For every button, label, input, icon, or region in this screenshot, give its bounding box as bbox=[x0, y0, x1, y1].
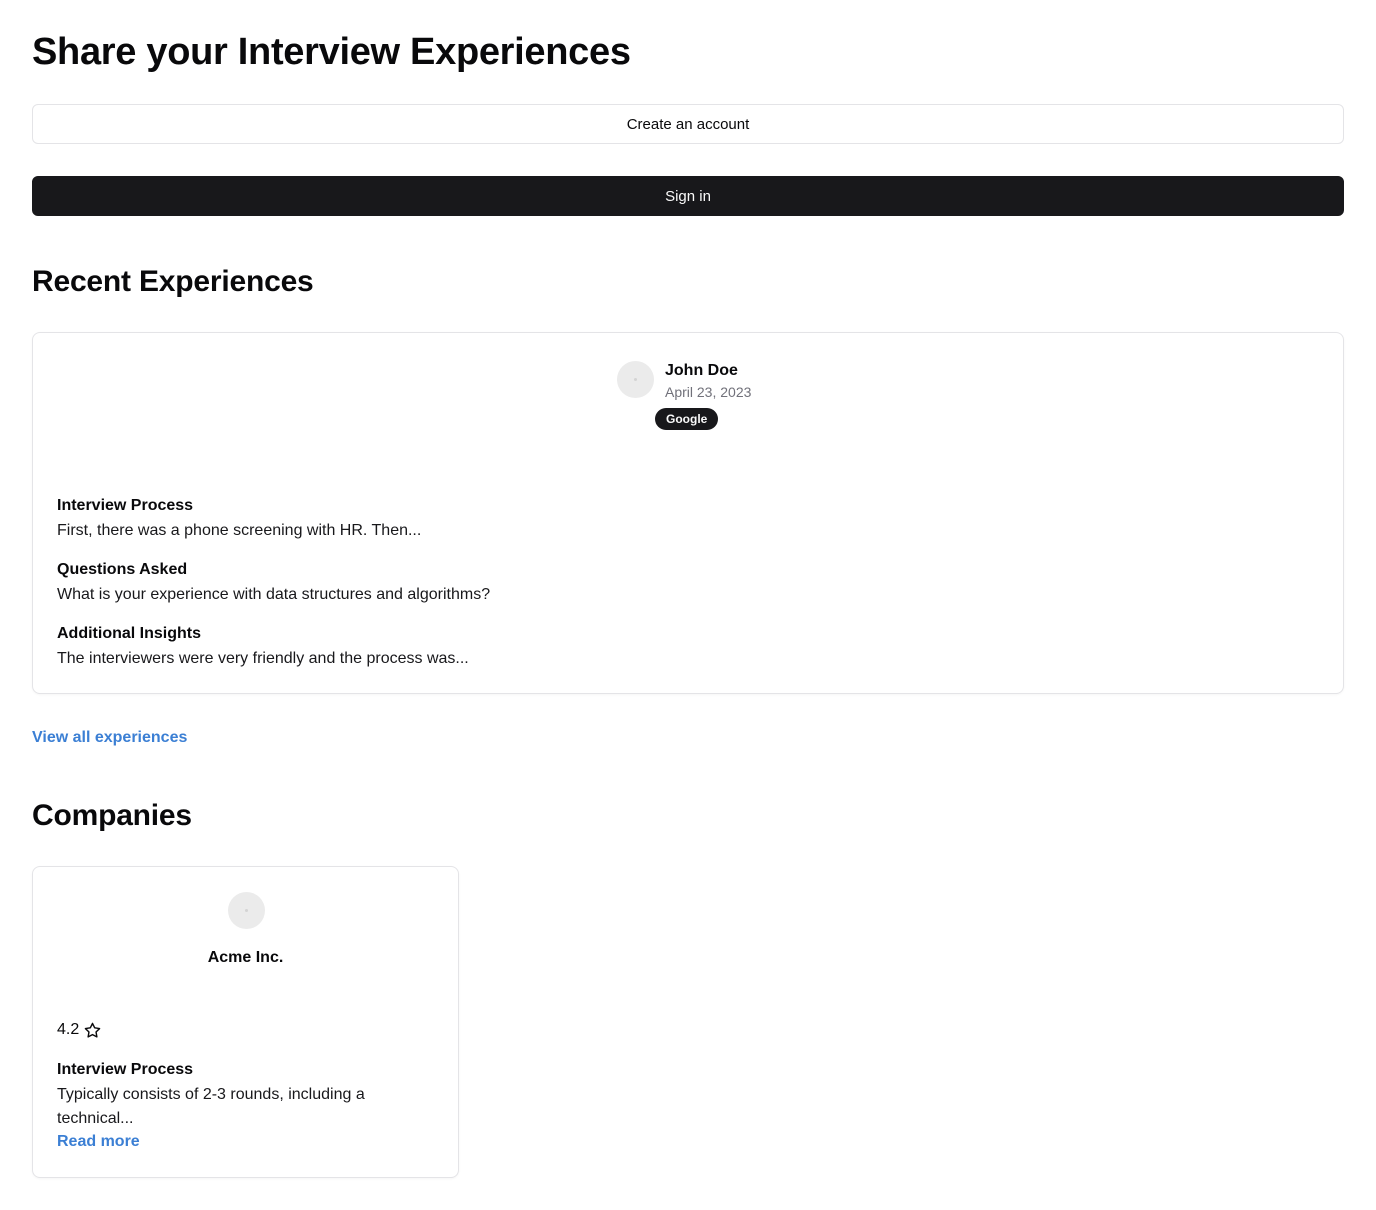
company-logo bbox=[228, 892, 265, 929]
field-value: First, there was a phone screening with … bbox=[57, 522, 422, 539]
page-title: Share your Interview Experiences bbox=[32, 31, 631, 73]
company-rating: 4.2 bbox=[57, 1020, 101, 1040]
field-value: What is your experience with data struct… bbox=[57, 586, 491, 603]
interview-process-field: Interview Process First, there was a pho… bbox=[57, 495, 421, 543]
field-label: Questions Asked bbox=[57, 561, 188, 578]
company-name: Acme Inc. bbox=[207, 949, 284, 966]
sign-in-button[interactable]: Sign in bbox=[32, 176, 1344, 216]
company-card: Acme Inc. 4.2 Interview Process Typicall… bbox=[32, 866, 459, 1178]
company-badge[interactable]: Google bbox=[655, 408, 719, 430]
view-all-experiences-link[interactable]: View all experiences bbox=[32, 727, 187, 749]
field-value: The interviewers were very friendly and … bbox=[57, 650, 469, 667]
recent-experiences-heading: Recent Experiences bbox=[32, 265, 314, 298]
field-value: Typically consists of 2-3 rounds, includ… bbox=[57, 1086, 365, 1127]
author-name: John Doe bbox=[665, 362, 738, 379]
avatar-placeholder-icon bbox=[634, 378, 637, 381]
read-more-link[interactable]: Read more bbox=[57, 1131, 140, 1153]
rating-value: 4.2 bbox=[57, 1021, 80, 1038]
experience-author: John Doe April 23, 2023 Google bbox=[617, 361, 777, 431]
logo-placeholder-icon bbox=[245, 909, 248, 912]
star-icon bbox=[84, 1022, 101, 1038]
questions-asked-field: Questions Asked What is your experience … bbox=[57, 559, 490, 607]
field-label: Additional Insights bbox=[57, 625, 201, 642]
experience-date: April 23, 2023 bbox=[665, 384, 752, 400]
companies-heading: Companies bbox=[32, 799, 192, 832]
company-interview-process: Interview Process Typically consists of … bbox=[57, 1059, 427, 1153]
create-account-button[interactable]: Create an account bbox=[32, 104, 1344, 144]
field-label: Interview Process bbox=[57, 497, 194, 514]
experience-card: John Doe April 23, 2023 Google Interview… bbox=[32, 332, 1344, 694]
field-label: Interview Process bbox=[57, 1061, 194, 1078]
avatar bbox=[617, 361, 654, 398]
additional-insights-field: Additional Insights The interviewers wer… bbox=[57, 623, 469, 671]
